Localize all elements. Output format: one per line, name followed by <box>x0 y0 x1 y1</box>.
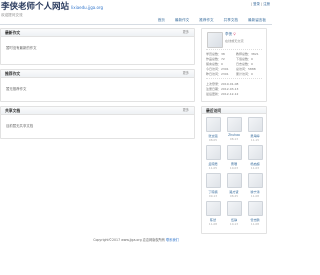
avatar[interactable] <box>247 145 263 160</box>
site-url[interactable]: lixiaedu.jjga.org <box>71 5 103 10</box>
avatar[interactable] <box>226 173 242 188</box>
visit-date: 09-13 <box>208 194 218 198</box>
stat-students: 学员总数：38 <box>206 52 225 56</box>
register-link[interactable]: 注册 <box>263 2 270 6</box>
visitor-item[interactable]: 孟晓霞 11-05 <box>203 145 223 170</box>
main-nav: 首页 最新作文 推荐作文 共享文档 最新留言板 <box>0 17 272 25</box>
user-status: 在线或无交流 <box>225 39 244 43</box>
visit-date: 08-05 <box>208 138 218 142</box>
visit-date: 11-08 <box>250 194 260 198</box>
visit-date: 10-13 <box>229 222 239 226</box>
nav-recommended-essays[interactable]: 推荐作文 <box>199 18 213 23</box>
contact-link[interactable]: 联系我们 <box>166 238 179 242</box>
visit-date: 11-05 <box>208 166 218 170</box>
last-login: 上次登录：2019-01-08 <box>206 82 239 86</box>
more-link[interactable]: 更多 <box>183 30 189 35</box>
visit-date: 11-15 <box>250 138 260 142</box>
avatar[interactable] <box>205 173 221 188</box>
stat-messages: 留言总数：0 <box>206 62 223 66</box>
visit-date: 08-13 <box>229 137 239 141</box>
visitor-item[interactable]: 吴海婷 11-15 <box>245 117 265 142</box>
user-name[interactable]: 李侠♀ <box>225 32 236 37</box>
visitor-item[interactable]: 伍静 10-13 <box>224 201 244 226</box>
empty-message: 目前暂无共享文档 <box>6 124 34 128</box>
divider <box>206 78 262 79</box>
female-icon: ♀ <box>233 32 236 36</box>
link-separator: | <box>260 2 263 6</box>
stat-downloads: 下载总数：0 <box>236 57 253 61</box>
stat-cumulative: 累计访问：0 <box>236 72 253 76</box>
visitor-item[interactable]: 曾志鹏 11-08 <box>245 201 265 226</box>
visitor-item[interactable]: 杨启超 11-03 <box>245 145 265 170</box>
panel-title: 最近访问 <box>206 107 222 113</box>
avatar[interactable] <box>247 201 263 216</box>
nav-home[interactable]: 首页 <box>158 18 165 23</box>
visitor-item[interactable]: 路方贤 08-25 <box>224 173 244 198</box>
shared-docs-panel: 共享文档 更多 目前暂无共享文档 <box>0 106 195 139</box>
stat-yesterday: 昨日访问：2301 <box>206 72 229 76</box>
sidebar: 李侠♀ 在线或无交流 学员总数：38 教师总数：3821 作品总数：72 下载总… <box>201 28 267 234</box>
latest-essays-panel: 最新作文 更多 暂时没有最新的作文 <box>0 28 195 65</box>
nav-message-board[interactable]: 最新留言板 <box>248 18 266 23</box>
nav-shared-docs[interactable]: 共享文档 <box>224 18 238 23</box>
divider <box>206 49 262 50</box>
site-title[interactable]: 李侠老师个人网站 lixiaedu.jjga.org <box>1 3 103 12</box>
empty-message: 暂时没有最新的作文 <box>6 46 37 50</box>
site-name[interactable]: 李侠老师个人网站 <box>1 2 69 12</box>
main-content: 最新作文 更多 暂时没有最新的作文 推荐作文 更多 暂无推荐作文 共享文档 更多… <box>0 28 195 139</box>
avatar[interactable] <box>226 201 242 216</box>
avatar[interactable] <box>205 201 221 216</box>
register-date: 注册日期：2012-03-13 <box>206 87 239 91</box>
avatar[interactable] <box>226 117 242 132</box>
avatar[interactable] <box>247 117 263 132</box>
profile-card: 李侠♀ 在线或无交流 学员总数：38 教师总数：3821 作品总数：72 下载总… <box>201 28 267 102</box>
visitor-item[interactable]: 陈然 11-08 <box>203 201 223 226</box>
footer: Copyright©2017 www.jjga.org 嘉嘉网版权所有 联系我们 <box>0 237 272 242</box>
more-link[interactable]: 更多 <box>183 71 189 76</box>
visitor-item[interactable]: 曹珊 10-03 <box>224 145 244 170</box>
visit-date: 11-08 <box>208 222 218 226</box>
visit-date: 11-03 <box>250 166 260 170</box>
recommended-essays-panel: 推荐作文 更多 暂无推荐作文 <box>0 69 195 102</box>
avatar[interactable] <box>205 145 221 160</box>
visitor-item[interactable]: Zhuhao 08-13 <box>224 117 244 141</box>
account-links: | 登录 | 注册 <box>251 1 270 6</box>
avatar[interactable] <box>205 117 221 132</box>
visit-date: 11-08 <box>250 222 260 226</box>
avatar[interactable] <box>226 145 242 160</box>
visit-date: 10-03 <box>229 166 239 170</box>
login-link[interactable]: 登录 <box>253 2 260 6</box>
user-name-text[interactable]: 李侠 <box>225 32 232 36</box>
empty-message: 暂无推荐作文 <box>6 87 27 91</box>
panel-title: 推荐作文 <box>5 71 21 76</box>
last-update: 最后更新：2012-12-12 <box>206 92 239 96</box>
recent-visitors-panel: 最近访问 张文强 08-05 Zhuhao 08-13 吴海婷 11-15 孟晓… <box>201 106 267 234</box>
copyright-text: Copyright©2017 www.jjga.org 嘉嘉网版权所有 <box>93 238 165 242</box>
avatar[interactable] <box>207 32 223 48</box>
stat-logs: 日志总数：0 <box>236 62 253 66</box>
panel-title: 共享文档 <box>5 108 21 113</box>
nav-latest-essays[interactable]: 最新作文 <box>175 18 189 23</box>
more-link[interactable]: 更多 <box>183 108 189 113</box>
visitor-item[interactable]: 丁晓楠 09-13 <box>203 173 223 198</box>
visitor-item[interactable]: 徐宁涛 11-08 <box>245 173 265 198</box>
stat-total: 总访问：5888 <box>236 67 256 71</box>
panel-title: 最新作文 <box>5 30 21 35</box>
stat-today: 今日访问：2301 <box>206 67 229 71</box>
visit-date: 08-25 <box>229 194 239 198</box>
avatar[interactable] <box>247 173 263 188</box>
login-link: | <box>250 2 253 6</box>
stat-teachers: 教师总数：3821 <box>236 52 259 56</box>
stat-works: 作品总数：72 <box>206 57 225 61</box>
visitor-item[interactable]: 张文强 08-05 <box>203 117 223 142</box>
